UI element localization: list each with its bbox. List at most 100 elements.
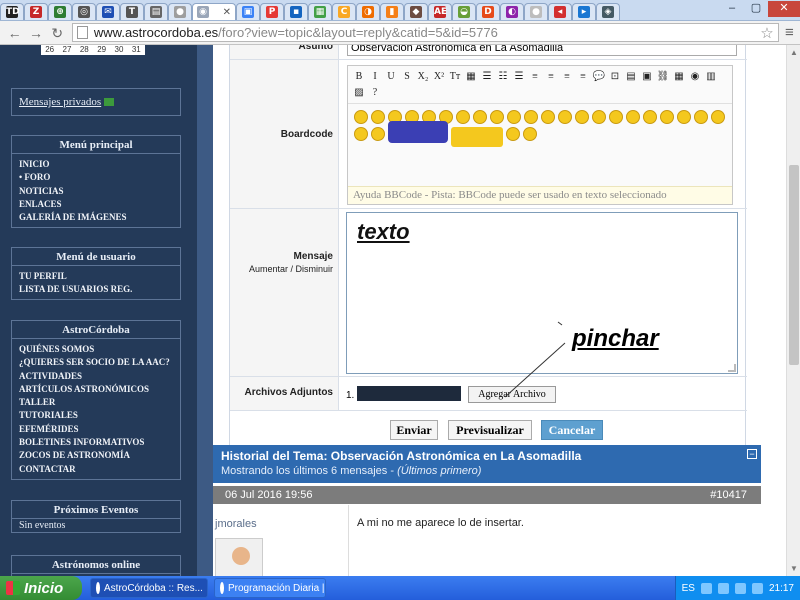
page-icon bbox=[76, 26, 88, 39]
post-header: 06 Jul 2016 19:56 #10417 bbox=[213, 486, 761, 504]
topic-history: Historial del Tema: Observación Astronóm… bbox=[213, 445, 761, 576]
scroll-up-icon[interactable]: ▲ bbox=[790, 48, 798, 57]
tab-favicon-icon: ◂ bbox=[554, 6, 566, 18]
browser-tab[interactable]: ◒ bbox=[452, 2, 476, 20]
browser-tab[interactable]: AE bbox=[428, 2, 452, 20]
tab-favicon-icon: ◆ bbox=[410, 6, 422, 18]
tab-close-icon[interactable]: ✕ bbox=[223, 7, 231, 18]
browser-tab[interactable]: D bbox=[476, 2, 500, 20]
history-subtitle: Mostrando los últimos 6 mensajes - (Últi… bbox=[221, 465, 482, 477]
browser-tab[interactable]: Z bbox=[24, 2, 48, 20]
post-divider bbox=[348, 505, 349, 576]
address-bar[interactable]: www.astrocordoba.es/foro?view=topic&layo… bbox=[71, 23, 779, 42]
browser-tab-strip: TD Z ⊕ ◎ ✉ T ▤ ● ◉ ✕ ▣ P ▪ ▦ C ◑ ▮ ◆ AE ◒ D ◐ ● ◂ ▸ ◈ ‒ ▢ ✕ bbox=[0, 0, 800, 21]
maximize-icon[interactable]: ▢ bbox=[744, 1, 768, 17]
chrome-icon bbox=[220, 582, 224, 594]
taskbar-item-programacion[interactable]: Programación Diaria |... bbox=[214, 578, 326, 598]
url-host: www.astrocordoba.es bbox=[93, 25, 219, 40]
tab-favicon-icon: ◒ bbox=[458, 6, 470, 18]
history-header: Historial del Tema: Observación Astronóm… bbox=[213, 445, 761, 483]
windows-taskbar: Inicio AstroCórdoba :: Res... Programaci… bbox=[0, 576, 800, 600]
tab-favicon-icon: ▣ bbox=[242, 6, 254, 18]
browser-tab[interactable]: T bbox=[120, 2, 144, 20]
tab-favicon-icon: ◑ bbox=[362, 6, 374, 18]
browser-tab[interactable]: C bbox=[332, 2, 356, 20]
clock: 21:17 bbox=[768, 582, 794, 594]
annotation-text: pinchar bbox=[572, 325, 659, 352]
tab-favicon-icon: Z bbox=[30, 6, 42, 18]
tab-favicon-icon: TD bbox=[6, 6, 20, 18]
chrome-icon bbox=[96, 582, 100, 594]
page-viewport: 26 27 28 29 30 31 Mensajes privados Menú prin… bbox=[0, 45, 786, 576]
security-icon[interactable] bbox=[751, 582, 763, 594]
help-icon[interactable] bbox=[700, 582, 712, 594]
browser-tab[interactable]: ▣ bbox=[236, 2, 260, 20]
browser-tab[interactable]: TD bbox=[0, 2, 24, 20]
browser-tab[interactable]: ● bbox=[524, 2, 548, 20]
browser-tab[interactable]: ▦ bbox=[308, 2, 332, 20]
tab-favicon-icon: ● bbox=[174, 6, 186, 18]
browser-toolbar: ← → ↻ www.astrocordoba.es/foro?view=topi… bbox=[0, 21, 800, 45]
tab-favicon-icon: P bbox=[266, 6, 278, 18]
browser-tab[interactable]: ◂ bbox=[548, 2, 572, 20]
browser-tab[interactable]: ▸ bbox=[572, 2, 596, 20]
browser-tab[interactable]: ▮ bbox=[380, 2, 404, 20]
window-controls: ‒ ▢ ✕ bbox=[720, 1, 800, 19]
browser-tab-active[interactable]: ◉ ✕ bbox=[192, 2, 236, 20]
tab-favicon-icon: ◈ bbox=[602, 6, 614, 18]
reload-icon[interactable]: ↻ bbox=[47, 23, 68, 43]
taskbar-item-astrocordoba[interactable]: AstroCórdoba :: Res... bbox=[90, 578, 208, 598]
browser-tab[interactable]: ⊕ bbox=[48, 2, 72, 20]
language-indicator[interactable]: ES bbox=[682, 583, 695, 594]
tab-favicon-icon: ▮ bbox=[386, 6, 398, 18]
tab-favicon-icon: ◉ bbox=[197, 6, 209, 18]
avatar bbox=[215, 538, 263, 576]
windows-flag-icon bbox=[6, 581, 20, 595]
close-window-icon[interactable]: ✕ bbox=[768, 1, 800, 17]
tab-favicon-icon: AE bbox=[434, 6, 448, 18]
taskbar-item-label: Programación Diaria |... bbox=[228, 582, 326, 594]
history-title: Historial del Tema: Observación Astronóm… bbox=[221, 449, 582, 463]
browser-tab[interactable]: ▪ bbox=[284, 2, 308, 20]
chrome-menu-icon[interactable]: ≡ bbox=[779, 24, 800, 41]
network-icon[interactable] bbox=[717, 582, 729, 594]
collapse-icon[interactable]: − bbox=[747, 449, 757, 459]
tab-favicon-icon: ▤ bbox=[150, 6, 162, 18]
post-author[interactable]: jmorales bbox=[215, 518, 257, 530]
post-body: A mi no me aparece lo de insertar. bbox=[357, 517, 524, 529]
browser-tab[interactable]: ◑ bbox=[356, 2, 380, 20]
forward-icon[interactable]: → bbox=[25, 23, 46, 43]
volume-icon[interactable] bbox=[734, 582, 746, 594]
tab-favicon-icon: ▸ bbox=[578, 6, 590, 18]
scroll-down-icon[interactable]: ▼ bbox=[790, 564, 798, 573]
back-icon[interactable]: ← bbox=[4, 23, 25, 43]
tab-favicon-icon: ◐ bbox=[506, 6, 518, 18]
bookmark-star-icon[interactable]: ☆ bbox=[760, 24, 773, 42]
tab-favicon-icon: ▦ bbox=[314, 6, 326, 18]
tab-favicon-icon: D bbox=[482, 6, 494, 18]
browser-tab[interactable]: ◐ bbox=[500, 2, 524, 20]
start-label: Inicio bbox=[24, 579, 64, 597]
avatar-head bbox=[232, 547, 250, 565]
vertical-scrollbar[interactable]: ▲ ▼ bbox=[786, 45, 800, 576]
tab-favicon-icon: C bbox=[338, 6, 350, 18]
url-path: /foro?view=topic&layout=reply&catid=5&id… bbox=[218, 25, 498, 40]
tab-favicon-icon: ⊕ bbox=[54, 6, 66, 18]
browser-tab[interactable]: P bbox=[260, 2, 284, 20]
browser-tab[interactable]: ✉ bbox=[96, 2, 120, 20]
tab-favicon-icon: ▪ bbox=[290, 6, 302, 18]
taskbar-item-label: AstroCórdoba :: Res... bbox=[104, 582, 203, 594]
browser-tab[interactable]: ● bbox=[168, 2, 192, 20]
tab-favicon-icon: ● bbox=[530, 6, 542, 18]
tab-favicon-icon: T bbox=[126, 6, 138, 18]
browser-tab[interactable]: ◎ bbox=[72, 2, 96, 20]
browser-tab[interactable]: ◆ bbox=[404, 2, 428, 20]
browser-tab[interactable]: ▤ bbox=[144, 2, 168, 20]
minimize-icon[interactable]: ‒ bbox=[720, 1, 744, 17]
browser-tab[interactable]: ◈ bbox=[596, 2, 620, 20]
scrollbar-thumb[interactable] bbox=[789, 165, 799, 365]
post-number[interactable]: #10417 bbox=[710, 486, 747, 504]
start-button[interactable]: Inicio bbox=[0, 576, 82, 600]
tab-favicon-icon: ◎ bbox=[78, 6, 90, 18]
post-date: 06 Jul 2016 19:56 bbox=[225, 489, 313, 501]
